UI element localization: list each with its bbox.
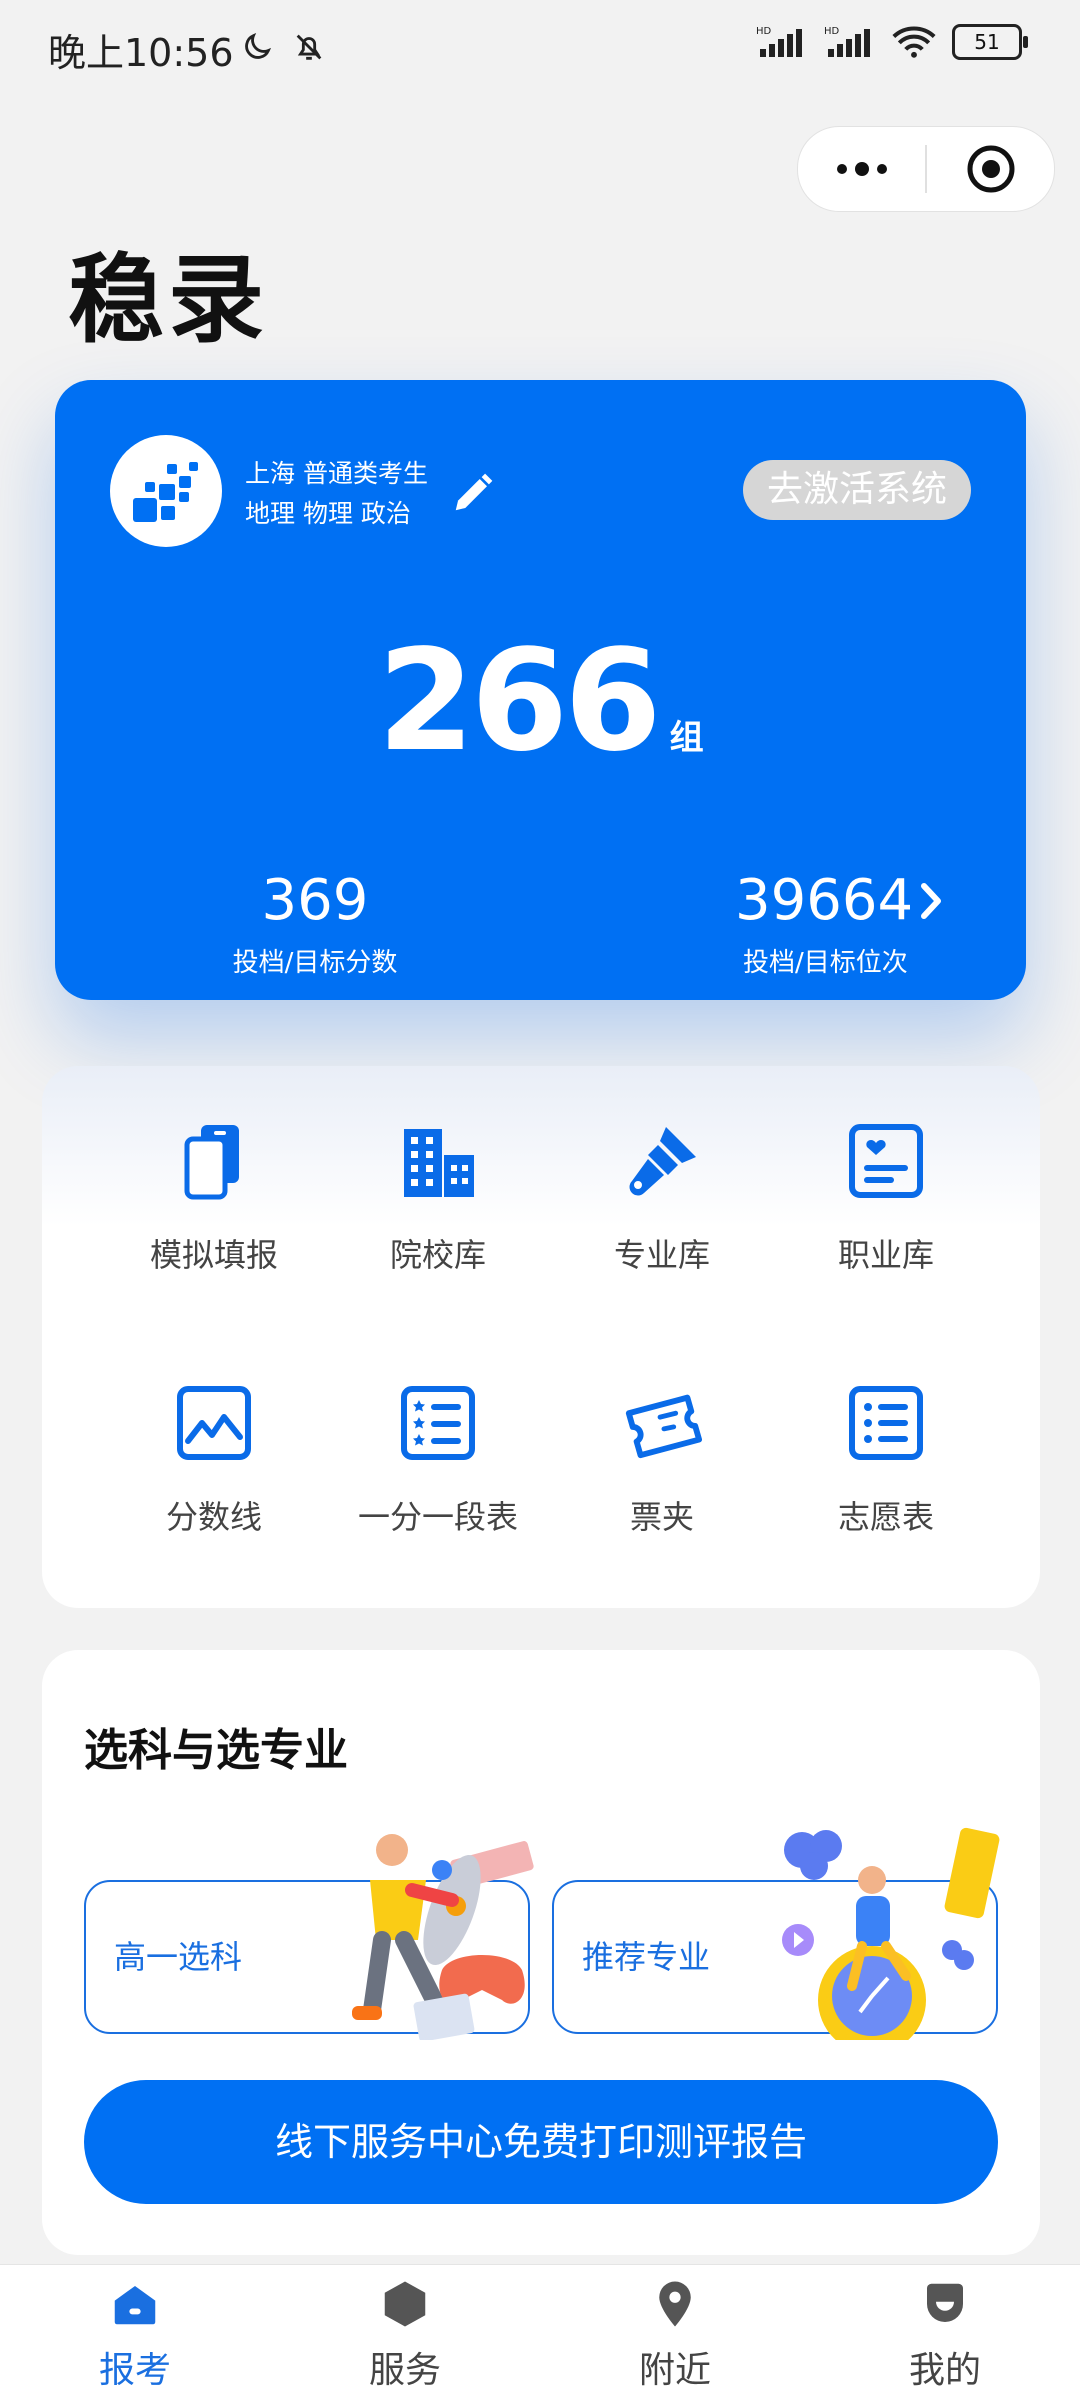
location-pin-icon bbox=[659, 2281, 691, 2327]
more-dots-icon bbox=[836, 162, 887, 176]
target-score-value: 369 bbox=[261, 868, 369, 933]
nav-item-service[interactable]: 服务 bbox=[325, 2277, 485, 2393]
target-score-label: 投档/目标分数 bbox=[232, 948, 398, 978]
signal-icon: HD bbox=[756, 26, 802, 57]
tool-label: 票夹 bbox=[629, 1498, 694, 1536]
avatar[interactable] bbox=[110, 435, 222, 547]
wifi-icon bbox=[892, 26, 936, 58]
target-icon bbox=[967, 145, 1014, 193]
candidate-subjects: 地理 物理 政治 bbox=[245, 499, 411, 528]
nav-label: 服务 bbox=[368, 2350, 441, 2391]
group-unit: 组 bbox=[669, 718, 704, 758]
tools-grid: 模拟填报 院校库 专业库 职业库 分数线 一分一段表 票夹 志愿表 bbox=[42, 1066, 1040, 1608]
score-card: 上海 普通类考生 地理 物理 政治 去激活系统 266 组 369 投档/目标分数… bbox=[55, 380, 1026, 1000]
nav-item-nearby[interactable]: 附近 bbox=[595, 2277, 755, 2393]
nav-item-apply[interactable]: 报考 bbox=[55, 2277, 215, 2393]
candidate-region: 上海 普通类考生 bbox=[245, 459, 428, 488]
option-label: 推荐专业 bbox=[582, 1938, 711, 1976]
bell-off-icon bbox=[296, 34, 322, 60]
section-title: 选科与选专业 bbox=[84, 1725, 348, 1776]
free-print-report-button[interactable]: 线下服务中心免费打印测评报告 bbox=[84, 2080, 998, 2204]
status-time: 晚上10:56 bbox=[48, 31, 234, 75]
rank-detail-button[interactable] bbox=[917, 878, 947, 928]
option-label: 高一选科 bbox=[114, 1938, 243, 1976]
phone-copy-icon bbox=[173, 1120, 255, 1202]
activate-system-button[interactable]: 去激活系统 bbox=[742, 460, 971, 520]
tool-label: 专业库 bbox=[613, 1236, 710, 1274]
line-chart-icon bbox=[173, 1382, 255, 1464]
tool-application-form[interactable]: 志愿表 bbox=[776, 1382, 996, 1538]
tool-career-library[interactable]: 职业库 bbox=[776, 1120, 996, 1276]
more-button[interactable] bbox=[798, 127, 925, 211]
game-character-illustration bbox=[352, 1834, 534, 2040]
app-brand-title: 稳录 bbox=[68, 243, 268, 356]
moon-icon bbox=[245, 32, 272, 59]
tool-label: 志愿表 bbox=[837, 1498, 934, 1536]
tool-score-line[interactable]: 分数线 bbox=[104, 1382, 324, 1538]
target-rank-value[interactable]: 39664 bbox=[735, 868, 985, 933]
tool-label: 一分一段表 bbox=[357, 1498, 518, 1536]
subject-selection-card: 选科与选专业 高一选科 推荐专业 线下服务中心免费打印测评报告 bbox=[42, 1650, 1040, 2255]
logo-icon bbox=[133, 462, 198, 522]
target-rank-label: 投档/目标位次 bbox=[743, 948, 908, 978]
group-count-display: 266 组 bbox=[55, 620, 1026, 783]
profile-card-icon bbox=[845, 1120, 927, 1202]
list-icon bbox=[845, 1382, 927, 1464]
user-icon bbox=[927, 2283, 963, 2322]
svg-text:HD: HD bbox=[824, 26, 840, 37]
tool-score-segment-table[interactable]: 一分一段表 bbox=[328, 1382, 548, 1538]
edit-profile-button[interactable] bbox=[450, 470, 496, 520]
brush-icon bbox=[621, 1120, 703, 1202]
signal-icon-2: HD bbox=[824, 26, 870, 57]
group-count: 266 bbox=[377, 620, 661, 783]
hexagon-icon bbox=[384, 2281, 426, 2327]
home-icon bbox=[114, 2286, 156, 2325]
ticket-icon bbox=[621, 1382, 703, 1464]
tool-simulate-fill[interactable]: 模拟填报 bbox=[104, 1120, 324, 1276]
svg-text:HD: HD bbox=[756, 26, 772, 37]
pencil-icon bbox=[455, 473, 493, 511]
status-left-icons bbox=[240, 30, 326, 64]
tool-label: 分数线 bbox=[165, 1498, 262, 1536]
status-right-icons: HD HD 51 bbox=[756, 24, 1028, 60]
tool-label: 院校库 bbox=[389, 1236, 486, 1274]
star-list-icon bbox=[397, 1382, 479, 1464]
nav-item-mine[interactable]: 我的 bbox=[865, 2277, 1025, 2393]
chevron-right-icon bbox=[921, 883, 941, 919]
clock-character-illustration bbox=[782, 1827, 1000, 2040]
miniapp-capsule bbox=[797, 126, 1055, 212]
nav-label: 附近 bbox=[638, 2350, 711, 2391]
buildings-icon bbox=[397, 1120, 479, 1202]
bottom-nav: 报考 服务 附近 我的 bbox=[0, 2264, 1080, 2401]
nav-label: 报考 bbox=[98, 2350, 171, 2391]
tool-ticket-folder[interactable]: 票夹 bbox=[552, 1382, 772, 1538]
battery-indicator: 51 bbox=[952, 24, 1028, 60]
nav-label: 我的 bbox=[908, 2350, 981, 2391]
tool-major-library[interactable]: 专业库 bbox=[552, 1120, 772, 1276]
close-miniapp-button[interactable] bbox=[927, 127, 1054, 211]
tool-label: 模拟填报 bbox=[149, 1236, 278, 1274]
tool-college-library[interactable]: 院校库 bbox=[328, 1120, 548, 1276]
tool-label: 职业库 bbox=[837, 1236, 934, 1274]
